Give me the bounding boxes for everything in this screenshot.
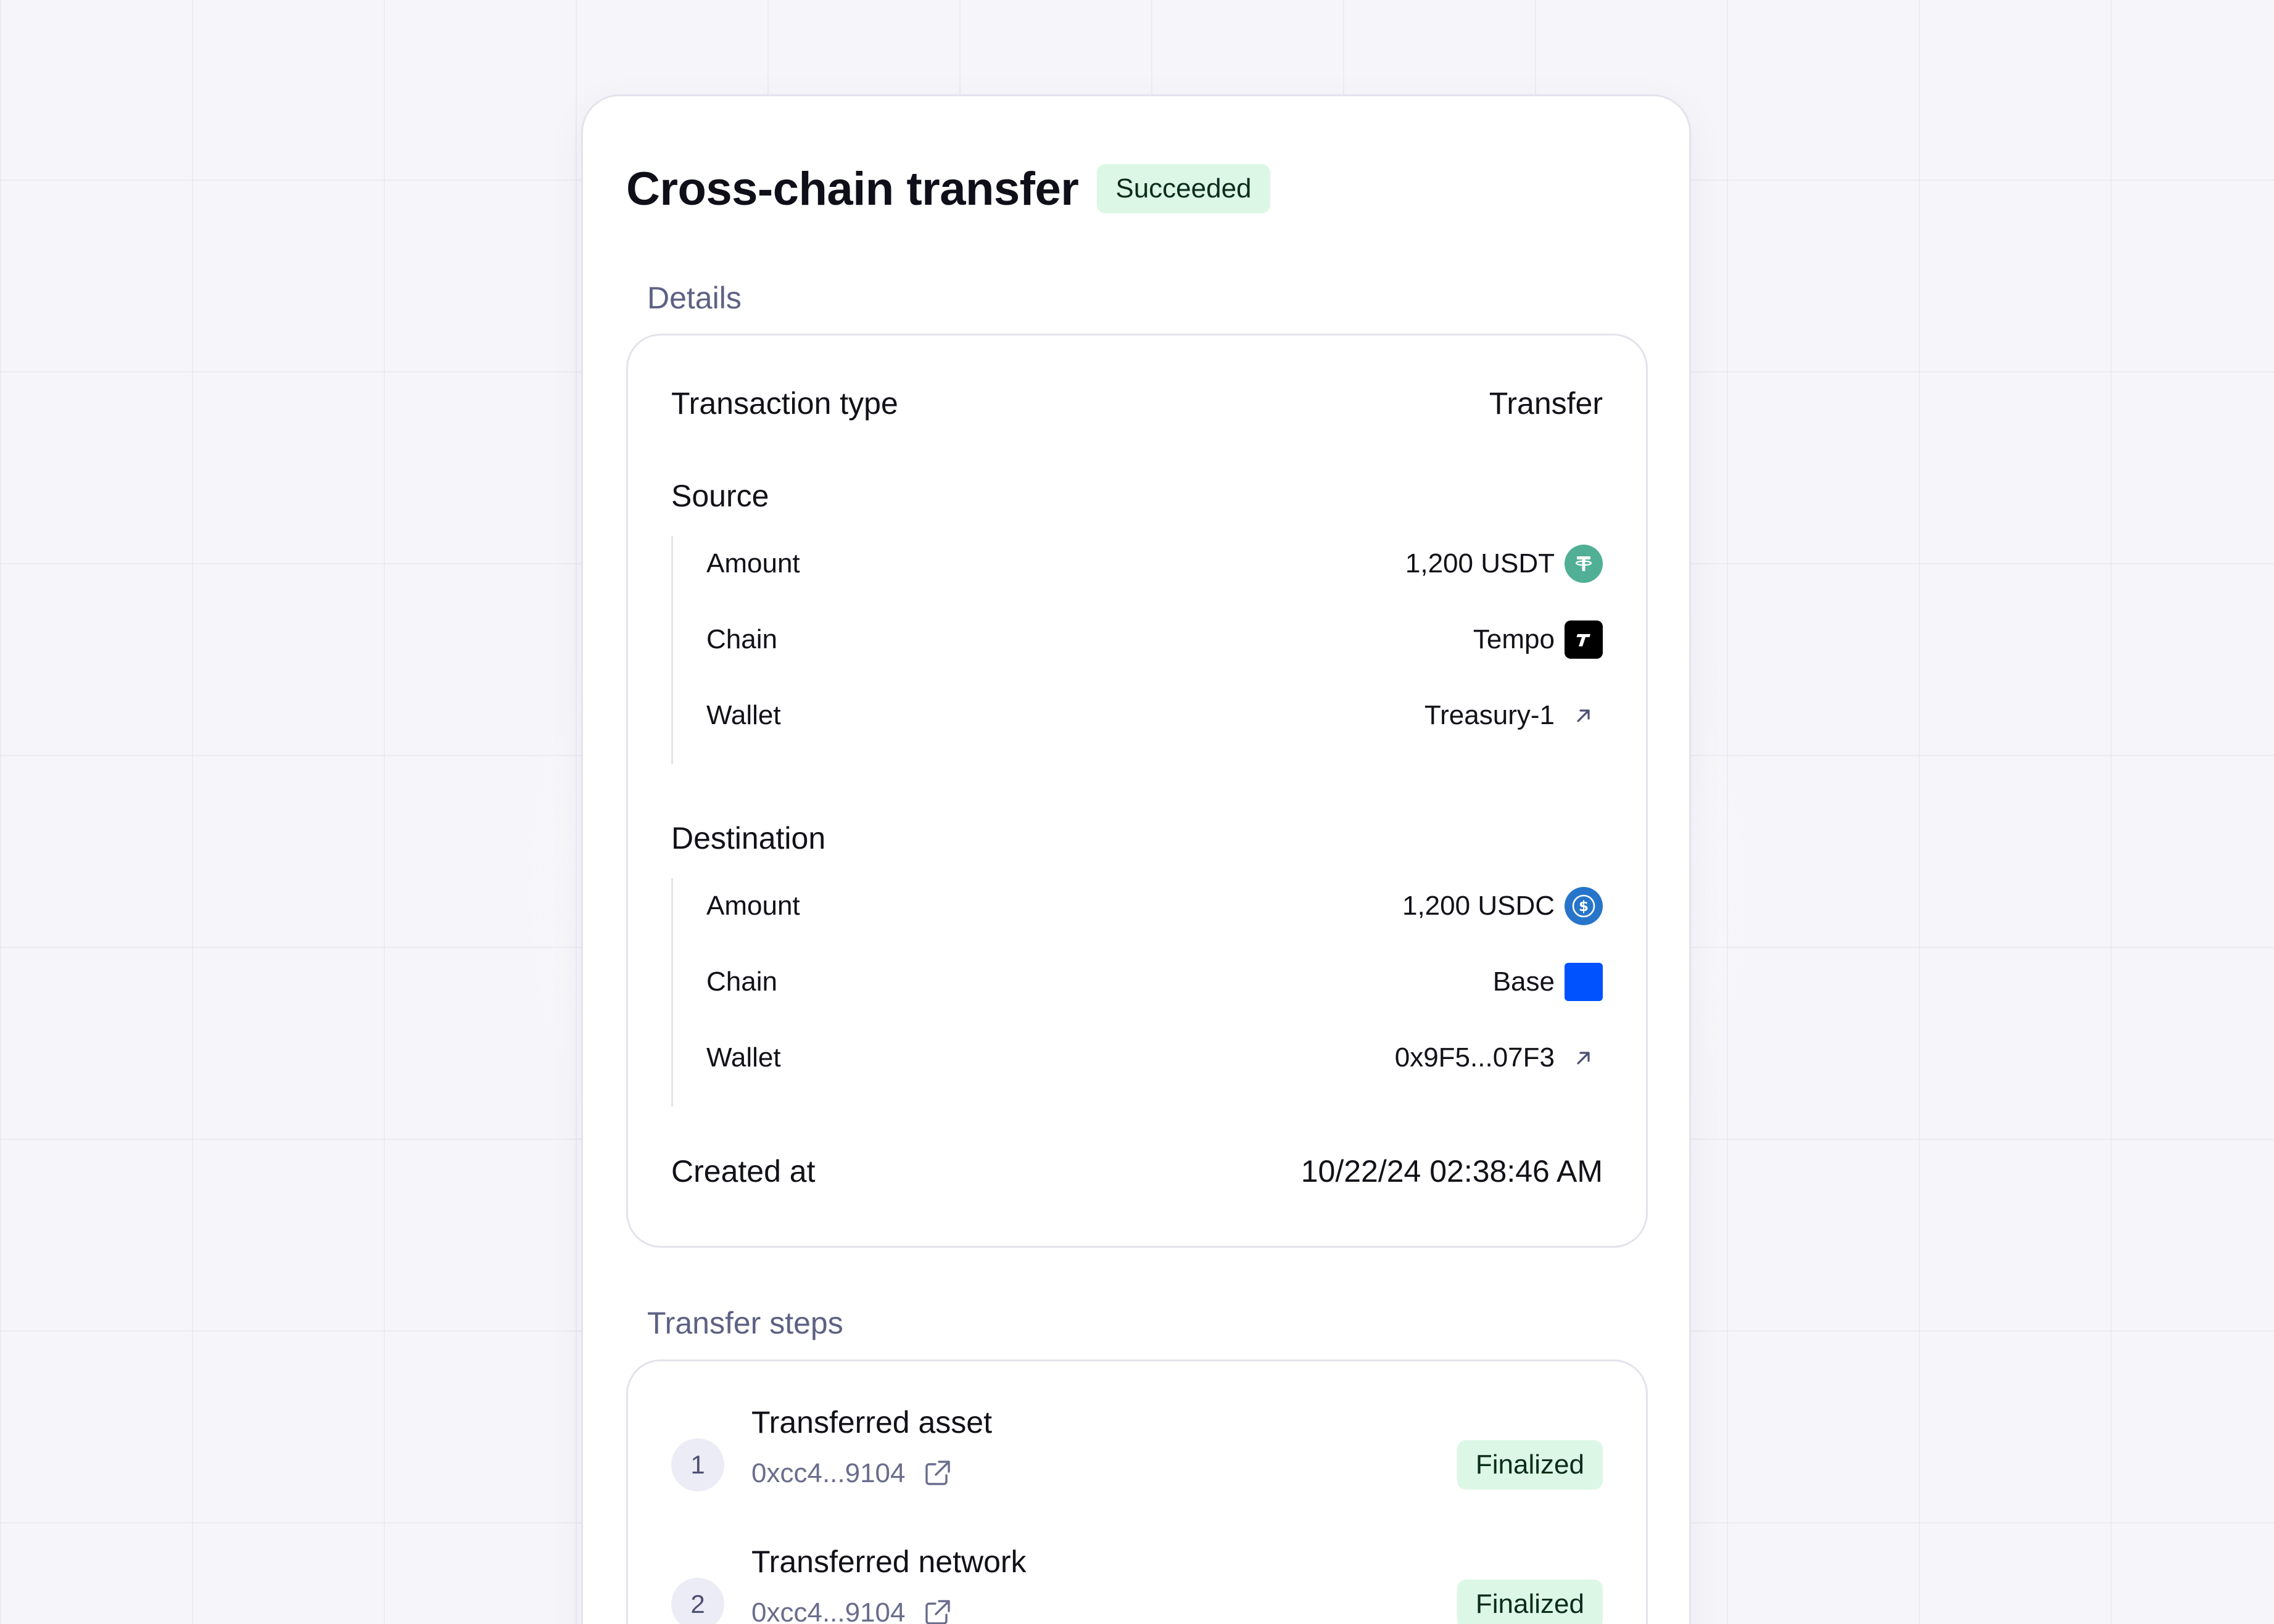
source-chain-value: Tempo xyxy=(1473,624,1555,654)
tether-icon xyxy=(1565,545,1603,583)
destination-chain-row: Chain Base xyxy=(706,957,1603,1007)
destination-heading: Destination xyxy=(671,821,826,855)
usdc-icon: $ xyxy=(1565,887,1603,925)
source-divider xyxy=(671,536,673,764)
step-number: 1 xyxy=(671,1438,724,1491)
transfer-steps-panel: 1 Transferred asset 0xcc4...9104 Finaliz… xyxy=(626,1359,1648,1624)
external-link-icon[interactable] xyxy=(920,1457,954,1490)
destination-wallet-label: Wallet xyxy=(706,1042,781,1073)
base-chain-icon xyxy=(1565,963,1603,1001)
destination-chain-value: Base xyxy=(1492,967,1555,997)
step-status-badge: Finalized xyxy=(1457,1440,1603,1490)
destination-chain-label: Chain xyxy=(706,967,777,997)
created-at-row: Created at 10/22/24 02:38:46 AM xyxy=(671,1147,1603,1196)
source-wallet-value[interactable]: Treasury-1 xyxy=(1424,700,1555,731)
transfer-steps-section-label: Transfer steps xyxy=(647,1306,843,1340)
header: Cross-chain transfer Succeeded xyxy=(626,155,1270,223)
source-amount-row: Amount 1,200 USDT xyxy=(706,539,1603,588)
destination-wallet-row[interactable]: Wallet 0x9F5...07F3 xyxy=(706,1033,1603,1082)
tempo-chain-icon xyxy=(1565,620,1603,659)
status-badge: Succeeded xyxy=(1097,164,1270,213)
destination-wallet-value[interactable]: 0x9F5...07F3 xyxy=(1395,1042,1555,1073)
source-heading: Source xyxy=(671,479,769,513)
transaction-type-value: Transfer xyxy=(1489,386,1603,421)
destination-amount-row: Amount 1,200 USDC $ xyxy=(706,881,1603,931)
source-amount-label: Amount xyxy=(706,548,800,579)
source-wallet-row[interactable]: Wallet Treasury-1 xyxy=(706,691,1603,740)
step-hash-link[interactable]: 0xcc4...9104 xyxy=(751,1597,906,1624)
svg-text:$: $ xyxy=(1579,899,1589,915)
arrow-up-right-icon[interactable] xyxy=(1565,696,1603,735)
source-chain-label: Chain xyxy=(706,624,777,654)
external-link-icon[interactable] xyxy=(920,1596,954,1624)
transaction-type-label: Transaction type xyxy=(671,386,898,421)
details-section-label: Details xyxy=(647,281,742,315)
page-title: Cross-chain transfer xyxy=(626,162,1079,215)
source-wallet-label: Wallet xyxy=(706,700,781,730)
step-item: 2 Transferred network 0xcc4...9104 Final… xyxy=(671,1519,1603,1624)
step-title: Transferred network xyxy=(751,1544,1027,1579)
destination-amount-value: 1,200 USDC xyxy=(1402,891,1555,921)
step-hash-link[interactable]: 0xcc4...9104 xyxy=(751,1458,906,1489)
source-chain-row: Chain Tempo xyxy=(706,615,1603,664)
destination-divider xyxy=(671,878,673,1107)
transaction-type-row: Transaction type Transfer xyxy=(671,379,1603,428)
details-panel: Transaction type Transfer Source Amount … xyxy=(626,334,1648,1248)
step-status-badge: Finalized xyxy=(1457,1580,1603,1624)
created-at-label: Created at xyxy=(671,1154,816,1189)
step-item: 1 Transferred asset 0xcc4...9104 Finaliz… xyxy=(671,1380,1603,1491)
created-at-value: 10/22/24 02:38:46 AM xyxy=(1300,1154,1603,1189)
step-title: Transferred asset xyxy=(751,1405,992,1440)
destination-amount-label: Amount xyxy=(706,891,800,921)
source-amount-value: 1,200 USDT xyxy=(1405,548,1555,579)
arrow-up-right-icon[interactable] xyxy=(1565,1039,1603,1077)
step-number: 2 xyxy=(671,1578,724,1624)
transfer-detail-card: Cross-chain transfer Succeeded Details T… xyxy=(581,94,1691,1624)
